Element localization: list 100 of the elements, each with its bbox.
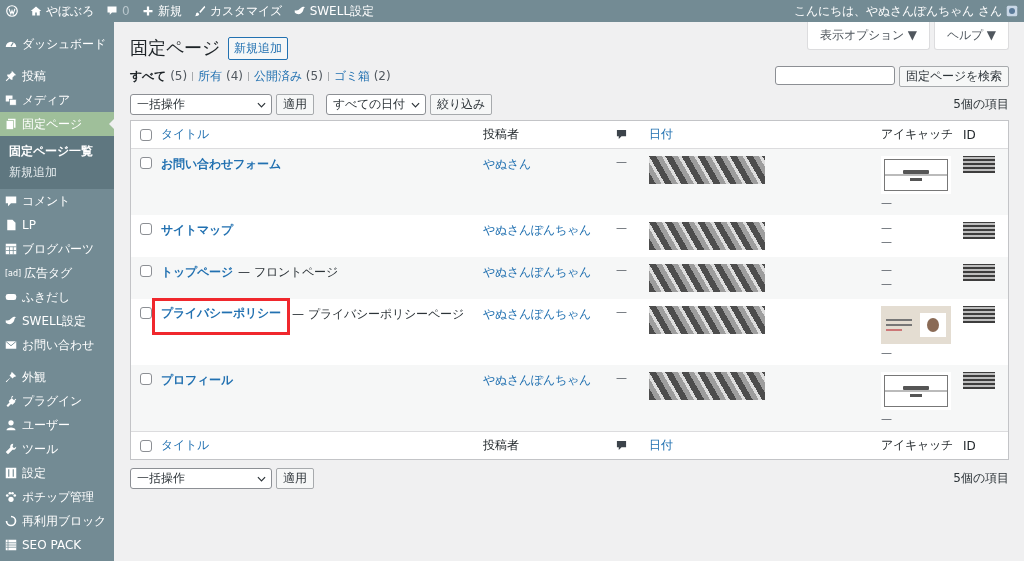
wrench-icon <box>5 443 17 455</box>
bulk-action-select[interactable]: 一括操作 <box>130 94 272 115</box>
swell-settings-link[interactable]: SWELL設定 <box>293 2 375 20</box>
add-new-button[interactable]: 新規追加 <box>228 36 288 60</box>
column-sort-link[interactable]: タイトル <box>161 437 209 454</box>
row-checkbox[interactable] <box>140 157 152 169</box>
brush-icon <box>5 371 17 383</box>
grid-icon <box>5 243 17 255</box>
site-name: やぼぶろ <box>46 2 94 20</box>
sidebar-item[interactable]: 再利用ブロック <box>0 509 114 533</box>
chevron-down-icon <box>257 101 266 108</box>
column-sort-link[interactable]: 日付 <box>649 437 673 454</box>
sidebar-item[interactable]: SWELL設定 <box>0 309 114 333</box>
column-heading[interactable]: アイキャッチ <box>881 126 953 143</box>
sidebar-item[interactable]: ブログパーツ <box>0 237 114 261</box>
view-filter-link[interactable]: すべて (5) <box>130 68 188 85</box>
customize-link[interactable]: カスタマイズ <box>193 2 282 20</box>
paw-icon <box>5 491 17 503</box>
row-checkbox[interactable] <box>140 265 152 277</box>
author-link[interactable]: やぬさん <box>483 156 531 173</box>
author-link[interactable]: やぬさんぽんちゃん <box>483 222 591 239</box>
sidebar-item[interactable]: コメント <box>0 189 114 213</box>
sidebar-item[interactable]: プラグイン <box>0 389 114 413</box>
bubble-icon <box>5 291 17 303</box>
author-link[interactable]: やぬさんぽんちゃん <box>483 372 591 389</box>
media-icon <box>5 94 17 106</box>
page-title-link[interactable]: プライバシーポリシー <box>152 298 290 335</box>
sidebar-item[interactable]: お問い合わせ <box>0 333 114 357</box>
avatar-icon <box>1006 5 1018 17</box>
sidebar-item[interactable]: LP <box>0 213 114 237</box>
page-title-link[interactable]: お問い合わせフォーム <box>158 152 284 177</box>
items-count: 5個の項目 <box>953 470 1009 487</box>
sidebar-item[interactable]: ダッシュボード <box>0 32 114 56</box>
banner-thumbnail <box>881 372 951 410</box>
help-button[interactable]: ヘルプ ▼ <box>933 22 1009 50</box>
empty-value: — <box>881 222 892 233</box>
search-button[interactable]: 固定ページを検索 <box>899 66 1009 87</box>
sidebar-item[interactable]: [ad] 広告タグ <box>0 261 114 285</box>
sidebar-item[interactable]: SEO PACK <box>0 533 114 557</box>
plug-icon <box>5 395 17 407</box>
column-heading[interactable]: 投稿者 <box>483 437 519 454</box>
sidebar-item[interactable]: ふきだし <box>0 285 114 309</box>
sidebar-item[interactable]: ポチップ管理 <box>0 485 114 509</box>
screen-options-button[interactable]: 表示オプション ▼ <box>806 22 930 50</box>
page-title-link[interactable]: サイトマップ <box>158 218 236 243</box>
apply-button[interactable]: 適用 <box>276 94 314 115</box>
sidebar-item[interactable]: ツール <box>0 437 114 461</box>
new-label: 新規 <box>157 2 182 20</box>
new-link[interactable]: 新規 <box>141 2 182 20</box>
view-filter-link[interactable]: ゴミ箱 (2) <box>333 68 391 85</box>
bulk-action-select[interactable]: 一括操作 <box>130 468 272 489</box>
apply-button[interactable]: 適用 <box>276 468 314 489</box>
page-title-link[interactable]: プロフィール <box>158 368 236 393</box>
submenu-item[interactable]: 固定ページ一覧 <box>0 141 114 162</box>
sidebar-item[interactable]: ユーザー <box>0 413 114 437</box>
post-state: — フロントページ <box>238 264 338 281</box>
plus-icon <box>141 5 154 17</box>
column-heading[interactable]: アイキャッチ <box>881 437 953 454</box>
search-field[interactable] <box>775 66 895 85</box>
column-sort-link[interactable]: 日付 <box>649 126 673 143</box>
select-all-checkbox[interactable] <box>140 439 152 452</box>
illustration-thumbnail <box>881 306 951 344</box>
filter-button[interactable]: 絞り込み <box>430 94 492 115</box>
chevron-down-icon <box>411 101 420 108</box>
sidebar-item[interactable]: 設定 <box>0 461 114 485</box>
row-checkbox[interactable] <box>140 373 152 385</box>
swell-settings-label: SWELL設定 <box>309 2 375 20</box>
logo-icon[interactable] <box>6 5 18 17</box>
sidebar-item[interactable]: 外観 <box>0 365 114 389</box>
site-name-link[interactable]: やぼぶろ <box>30 2 94 20</box>
user-icon <box>5 419 17 431</box>
page-title: 固定ページ <box>130 36 220 60</box>
row-checkbox[interactable] <box>140 307 152 319</box>
column-heading[interactable]: ID <box>963 127 976 142</box>
comment-icon <box>5 195 17 207</box>
empty-value: — <box>881 278 892 289</box>
empty-value: — <box>881 264 892 275</box>
author-link[interactable]: やぬさんぽんちゃん <box>483 306 591 323</box>
brush-icon <box>193 5 206 17</box>
author-link[interactable]: やぬさんぽんちゃん <box>483 264 591 281</box>
sidebar-item[interactable]: メディア <box>0 88 114 112</box>
empty-value: — <box>881 236 892 247</box>
submenu-item[interactable]: 新規追加 <box>0 162 114 183</box>
comment-count: 0 <box>122 4 130 18</box>
column-sort-link[interactable]: タイトル <box>161 126 209 143</box>
sidebar-item[interactable]: 投稿 <box>0 64 114 88</box>
row-checkbox[interactable] <box>140 223 152 235</box>
page-title-link[interactable]: トップページ <box>158 260 236 285</box>
pixelated-id-placeholder <box>963 372 995 389</box>
column-heading[interactable]: 投稿者 <box>483 126 519 143</box>
date-filter-select[interactable]: すべての日付 <box>326 94 426 115</box>
view-filter-link[interactable]: 所有 (4) <box>198 68 243 85</box>
comment-count: — <box>616 156 627 167</box>
select-all-checkbox[interactable] <box>140 128 152 141</box>
comment-count: — <box>616 222 627 233</box>
empty-value: — <box>881 413 892 424</box>
pin-icon <box>5 70 17 82</box>
column-heading[interactable]: ID <box>963 438 976 453</box>
view-filter-link[interactable]: 公開済み (5) <box>254 68 323 85</box>
pixelated-id-placeholder <box>963 156 995 173</box>
